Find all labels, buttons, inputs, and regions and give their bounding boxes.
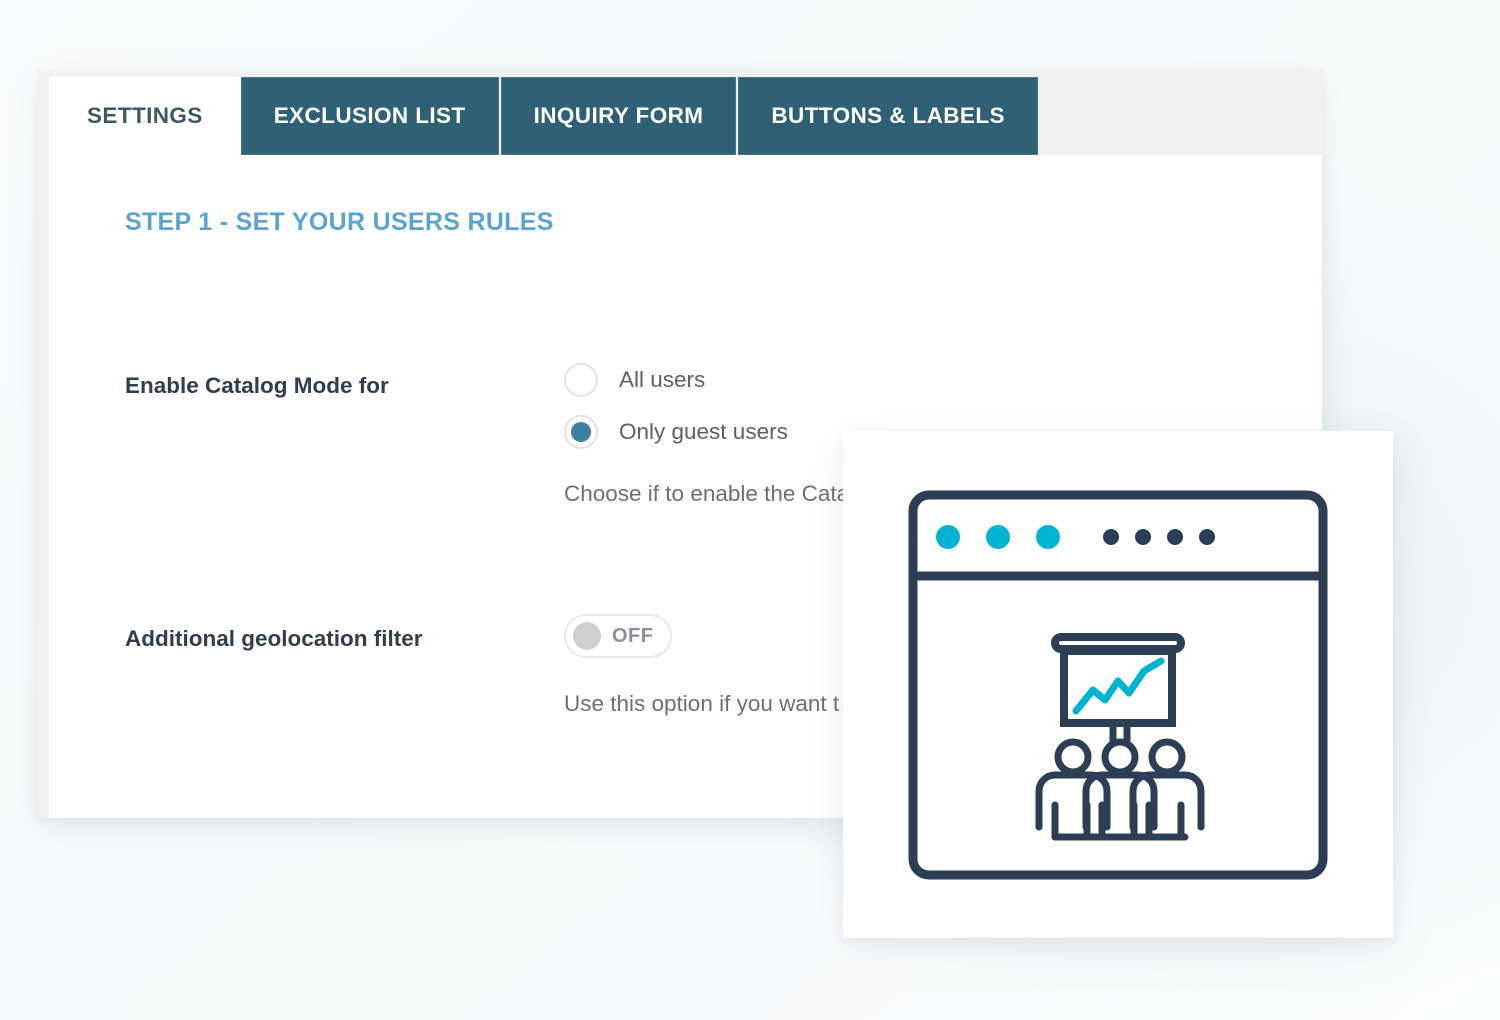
tab-bar: SETTINGS EXCLUSION LIST INQUIRY FORM BUT…	[38, 70, 1322, 155]
step-title: STEP 1 - SET YOUR USERS RULES	[125, 208, 554, 236]
person-head-2	[1101, 738, 1139, 775]
person-body-2	[1082, 771, 1158, 830]
geolocation-filter-helper-text: Use this option if you want t	[564, 691, 840, 716]
person-head-3	[1148, 738, 1186, 775]
toggle-knob-icon	[573, 622, 601, 650]
audience-seat-dividers	[1051, 801, 1185, 840]
toggle-state-label: OFF	[612, 624, 654, 647]
radio-label-all-users: All users	[619, 367, 706, 392]
tab-exclusion-list[interactable]: EXCLUSION LIST	[240, 77, 501, 155]
tab-buttons-labels-label: BUTTONS & LABELS	[771, 103, 1005, 128]
audience-people-icon	[1035, 738, 1205, 840]
radio-option-only-guest-users[interactable]: Only guest users	[564, 406, 849, 458]
person-body-1	[1035, 771, 1111, 830]
titlebar-dot-dark-1	[1103, 528, 1119, 545]
radio-icon-only-guest-users[interactable]	[564, 415, 598, 449]
catalog-mode-label: Enable Catalog Mode for	[125, 373, 389, 398]
geolocation-filter-control: OFF Use this option if you want t	[564, 614, 839, 717]
tab-buttons-labels[interactable]: BUTTONS & LABELS	[738, 77, 1040, 155]
tab-inquiry-form[interactable]: INQUIRY FORM	[500, 77, 739, 155]
geolocation-filter-label: Additional geolocation filter	[125, 626, 423, 651]
chart-line-icon	[1072, 657, 1165, 714]
catalog-mode-helper-text: Choose if to enable the Cata	[564, 481, 850, 506]
geolocation-filter-toggle[interactable]: OFF	[564, 614, 672, 658]
person-head-1	[1054, 738, 1092, 775]
illustration-card	[843, 431, 1393, 938]
tab-exclusion-list-label: EXCLUSION LIST	[273, 103, 466, 128]
tab-inquiry-form-label: INQUIRY FORM	[533, 103, 704, 128]
titlebar-dot-dark-3	[1167, 528, 1183, 545]
titlebar-dot-dark-2	[1135, 528, 1151, 545]
titlebar-dot-dark-4	[1199, 528, 1215, 545]
radio-label-only-guest-users: Only guest users	[619, 419, 788, 444]
presentation-board-icon	[1051, 632, 1185, 743]
radio-icon-all-users[interactable]	[564, 363, 598, 397]
tab-settings-label: SETTINGS	[87, 103, 203, 128]
titlebar-dot-accent-1	[936, 524, 960, 549]
tab-settings[interactable]: SETTINGS	[49, 77, 241, 155]
radio-option-all-users[interactable]: All users	[564, 354, 849, 406]
titlebar-dot-accent-2	[986, 524, 1010, 549]
titlebar-dot-accent-3	[1036, 524, 1060, 549]
person-body-3	[1129, 771, 1205, 830]
catalog-mode-control: All users Only guest users Choose if to …	[564, 354, 849, 507]
browser-presentation-audience-icon	[908, 490, 1328, 879]
